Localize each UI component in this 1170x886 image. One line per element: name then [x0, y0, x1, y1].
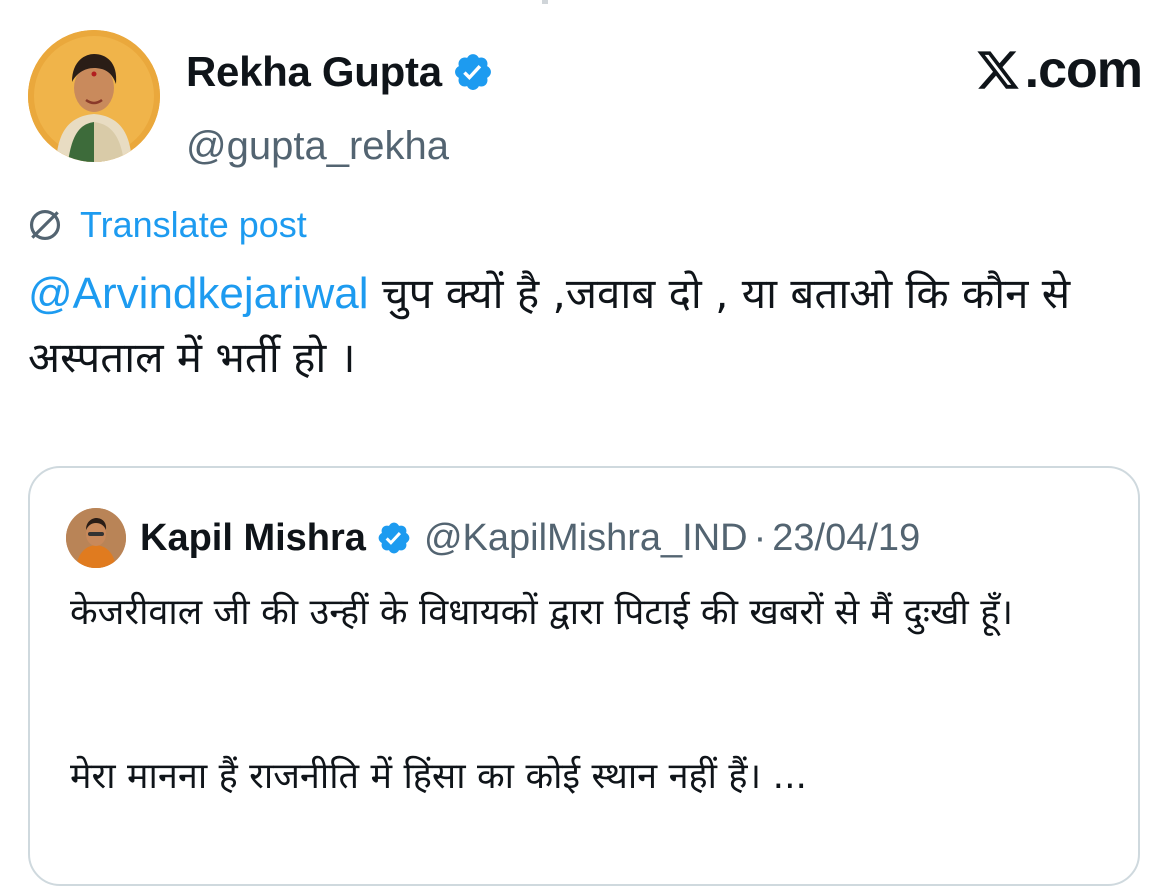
- quoted-post-header: Kapil Mishra @KapilMishra_IND · 23/04/19: [66, 508, 920, 568]
- quoted-post-card[interactable]: Kapil Mishra @KapilMishra_IND · 23/04/19…: [28, 466, 1140, 886]
- meta-separator: ·: [753, 516, 767, 559]
- author-handle[interactable]: @gupta_rekha: [186, 124, 449, 169]
- translate-post-button[interactable]: Translate post: [26, 202, 307, 248]
- brand-domain: .com: [1024, 41, 1143, 99]
- quoted-post-text-line2: मेरा मानना हैं राजनीति में हिंसा का कोई …: [70, 756, 807, 797]
- quoted-author-handle[interactable]: @KapilMishra_IND: [424, 517, 748, 560]
- translate-globe-icon: [29, 209, 61, 241]
- post-header: Rekha Gupta @gupta_rekha .com: [28, 30, 1143, 168]
- author-avatar[interactable]: [28, 30, 160, 162]
- quoted-avatar-image: [66, 508, 126, 568]
- quoted-post-date[interactable]: 23/04/19: [772, 517, 920, 560]
- quoted-author-name[interactable]: Kapil Mishra: [140, 517, 366, 560]
- verified-badge-icon: [454, 54, 491, 90]
- quoted-author-avatar[interactable]: [66, 508, 126, 568]
- brand-logo: .com: [975, 40, 1143, 100]
- quoted-post-text-line1: केजरीवाल जी की उन्हीं के विधायकों द्वारा…: [70, 592, 1013, 633]
- author-name[interactable]: Rekha Gupta: [186, 48, 442, 96]
- author-avatar-image: [28, 30, 160, 162]
- author-name-row[interactable]: Rekha Gupta: [186, 44, 494, 100]
- x-logo-icon: [977, 51, 1019, 89]
- post-body: @Arvindkejariwal चुप क्यों है ,जवाब दो ,…: [28, 262, 1138, 390]
- translate-post-label[interactable]: Translate post: [80, 204, 307, 246]
- top-divider-mark: [542, 0, 548, 4]
- quoted-verified-badge-icon: [378, 522, 410, 554]
- mention-link[interactable]: @Arvindkejariwal: [28, 269, 369, 318]
